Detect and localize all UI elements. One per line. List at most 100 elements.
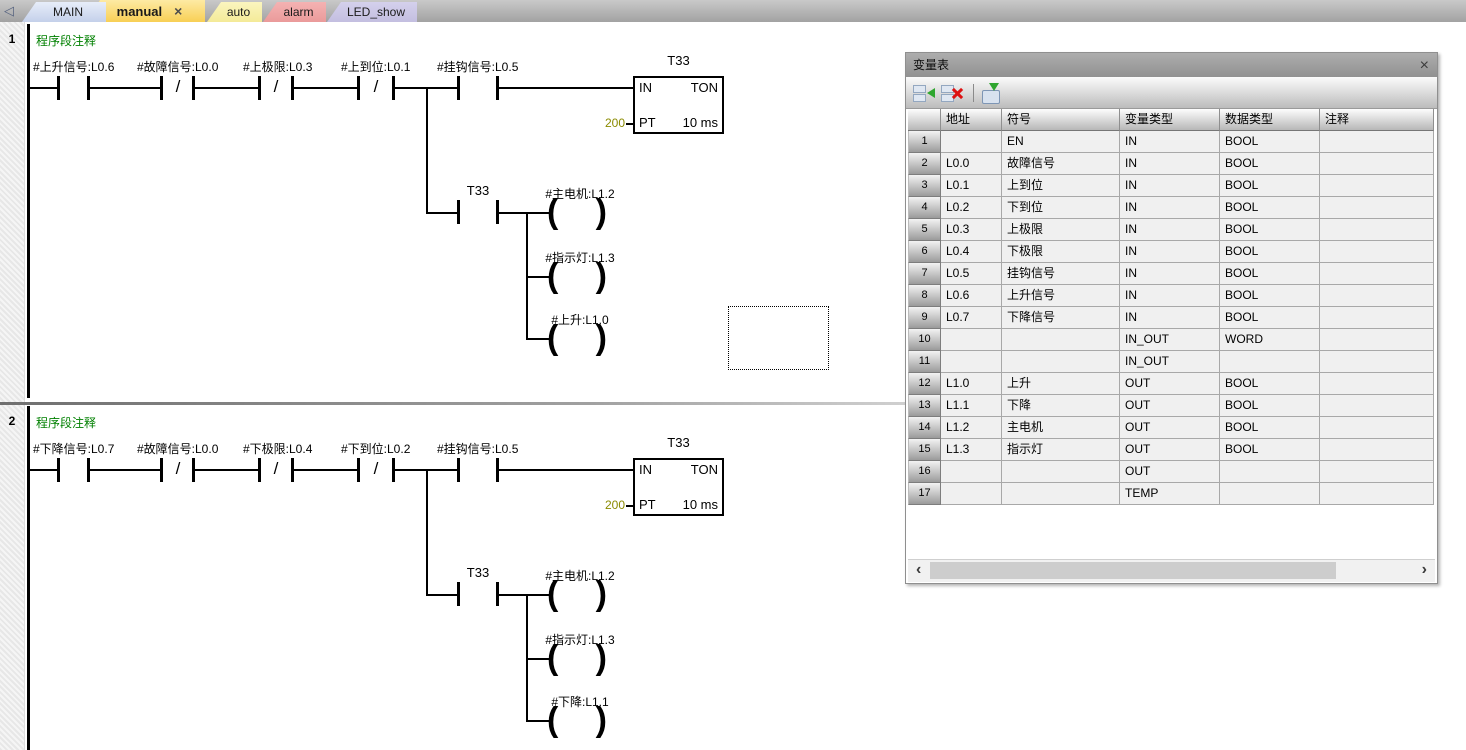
cell-data-type[interactable]: BOOL [1220,197,1320,219]
cell-symbol[interactable]: 上升信号 [1002,285,1120,307]
sort-symbols-button[interactable] [979,82,1005,104]
row-number-cell[interactable]: 3 [908,175,941,197]
timer-block[interactable]: INTONPT10 ms [633,458,724,516]
cell-var-type[interactable]: OUT [1120,417,1220,439]
cell-var-type[interactable]: OUT [1120,395,1220,417]
cell-symbol[interactable]: 上到位 [1002,175,1120,197]
variable-table-titlebar[interactable]: 变量表 × [906,53,1437,77]
cell-address[interactable]: L0.2 [941,197,1002,219]
cell-comment[interactable] [1320,219,1434,241]
cell-symbol[interactable]: 下到位 [1002,197,1120,219]
cell-var-type[interactable]: IN [1120,153,1220,175]
cell-data-type[interactable]: BOOL [1220,307,1320,329]
tab-auto[interactable]: auto [207,2,262,22]
row-number-cell[interactable]: 16 [908,461,941,483]
cell-symbol[interactable] [1002,329,1120,351]
cell-comment[interactable] [1320,461,1434,483]
cell-comment[interactable] [1320,153,1434,175]
cell-symbol[interactable]: 主电机 [1002,417,1120,439]
cell-data-type[interactable]: BOOL [1220,153,1320,175]
cell-symbol[interactable]: 下降 [1002,395,1120,417]
cell-address[interactable]: L0.3 [941,219,1002,241]
cell-data-type[interactable] [1220,461,1320,483]
cell-comment[interactable] [1320,483,1434,505]
row-number-cell[interactable]: 15 [908,439,941,461]
cell-address[interactable]: L1.1 [941,395,1002,417]
cell-address[interactable]: L0.6 [941,285,1002,307]
row-number-cell[interactable]: 6 [908,241,941,263]
row-number-cell[interactable]: 4 [908,197,941,219]
cell-address[interactable]: L1.3 [941,439,1002,461]
cell-symbol[interactable]: 故障信号 [1002,153,1120,175]
cell-symbol[interactable]: 上极限 [1002,219,1120,241]
tab-led_show[interactable]: LED_show [327,2,417,22]
cell-comment[interactable] [1320,395,1434,417]
cell-data-type[interactable]: BOOL [1220,175,1320,197]
cell-comment[interactable] [1320,417,1434,439]
cell-comment[interactable] [1320,131,1434,153]
cell-comment[interactable] [1320,241,1434,263]
cell-comment[interactable] [1320,175,1434,197]
network-comment[interactable]: 程序段注释 [36,414,96,431]
row-number-cell[interactable]: 9 [908,307,941,329]
row-number-cell[interactable]: 11 [908,351,941,373]
network-comment[interactable]: 程序段注释 [36,32,96,49]
cell-address[interactable]: L0.5 [941,263,1002,285]
cell-symbol[interactable]: 下极限 [1002,241,1120,263]
scroll-left-button[interactable]: ‹ [916,560,921,580]
cell-address[interactable] [941,483,1002,505]
cell-var-type[interactable]: OUT [1120,373,1220,395]
cell-comment[interactable] [1320,197,1434,219]
cell-data-type[interactable] [1220,351,1320,373]
cell-var-type[interactable]: IN_OUT [1120,329,1220,351]
cell-comment[interactable] [1320,307,1434,329]
row-number-cell[interactable]: 13 [908,395,941,417]
row-number-cell[interactable]: 2 [908,153,941,175]
tab-main[interactable]: MAIN [22,2,106,22]
insert-row-button[interactable] [912,82,938,104]
cell-symbol[interactable]: 上升 [1002,373,1120,395]
cell-comment[interactable] [1320,285,1434,307]
scroll-right-button[interactable]: › [1422,560,1427,580]
cell-address[interactable]: L0.4 [941,241,1002,263]
cell-address[interactable] [941,461,1002,483]
cell-data-type[interactable]: BOOL [1220,241,1320,263]
horizontal-scrollbar[interactable]: ‹ › [908,559,1435,582]
tab-scroll-left-icon[interactable]: ◁ [4,3,14,19]
cell-comment[interactable] [1320,373,1434,395]
cell-data-type[interactable]: WORD [1220,329,1320,351]
panel-close-icon[interactable]: × [1420,54,1429,78]
scroll-thumb[interactable] [930,562,1336,579]
cell-var-type[interactable]: OUT [1120,461,1220,483]
cell-comment[interactable] [1320,329,1434,351]
cell-symbol[interactable] [1002,351,1120,373]
row-number-cell[interactable]: 1 [908,131,941,153]
tab-close-icon[interactable]: × [174,5,182,17]
cell-var-type[interactable]: TEMP [1120,483,1220,505]
cell-address[interactable]: L1.0 [941,373,1002,395]
cell-data-type[interactable] [1220,483,1320,505]
cell-var-type[interactable]: OUT [1120,439,1220,461]
cell-var-type[interactable]: IN [1120,241,1220,263]
cell-data-type[interactable]: BOOL [1220,131,1320,153]
row-number-cell[interactable]: 5 [908,219,941,241]
row-number-cell[interactable]: 12 [908,373,941,395]
cell-data-type[interactable]: BOOL [1220,263,1320,285]
row-number-cell[interactable]: 17 [908,483,941,505]
cell-data-type[interactable]: BOOL [1220,439,1320,461]
cell-address[interactable] [941,351,1002,373]
cell-data-type[interactable]: BOOL [1220,395,1320,417]
cell-symbol[interactable] [1002,461,1120,483]
cell-var-type[interactable]: IN [1120,219,1220,241]
tab-alarm[interactable]: alarm [263,2,326,22]
cell-symbol[interactable]: 下降信号 [1002,307,1120,329]
delete-row-button[interactable] [940,82,966,104]
cell-var-type[interactable]: IN [1120,175,1220,197]
cell-var-type[interactable]: IN [1120,285,1220,307]
cell-var-type[interactable]: IN [1120,131,1220,153]
timer-block[interactable]: INTONPT10 ms [633,76,724,134]
cell-var-type[interactable]: IN [1120,263,1220,285]
cell-data-type[interactable]: BOOL [1220,417,1320,439]
cell-data-type[interactable]: BOOL [1220,373,1320,395]
cell-var-type[interactable]: IN [1120,307,1220,329]
